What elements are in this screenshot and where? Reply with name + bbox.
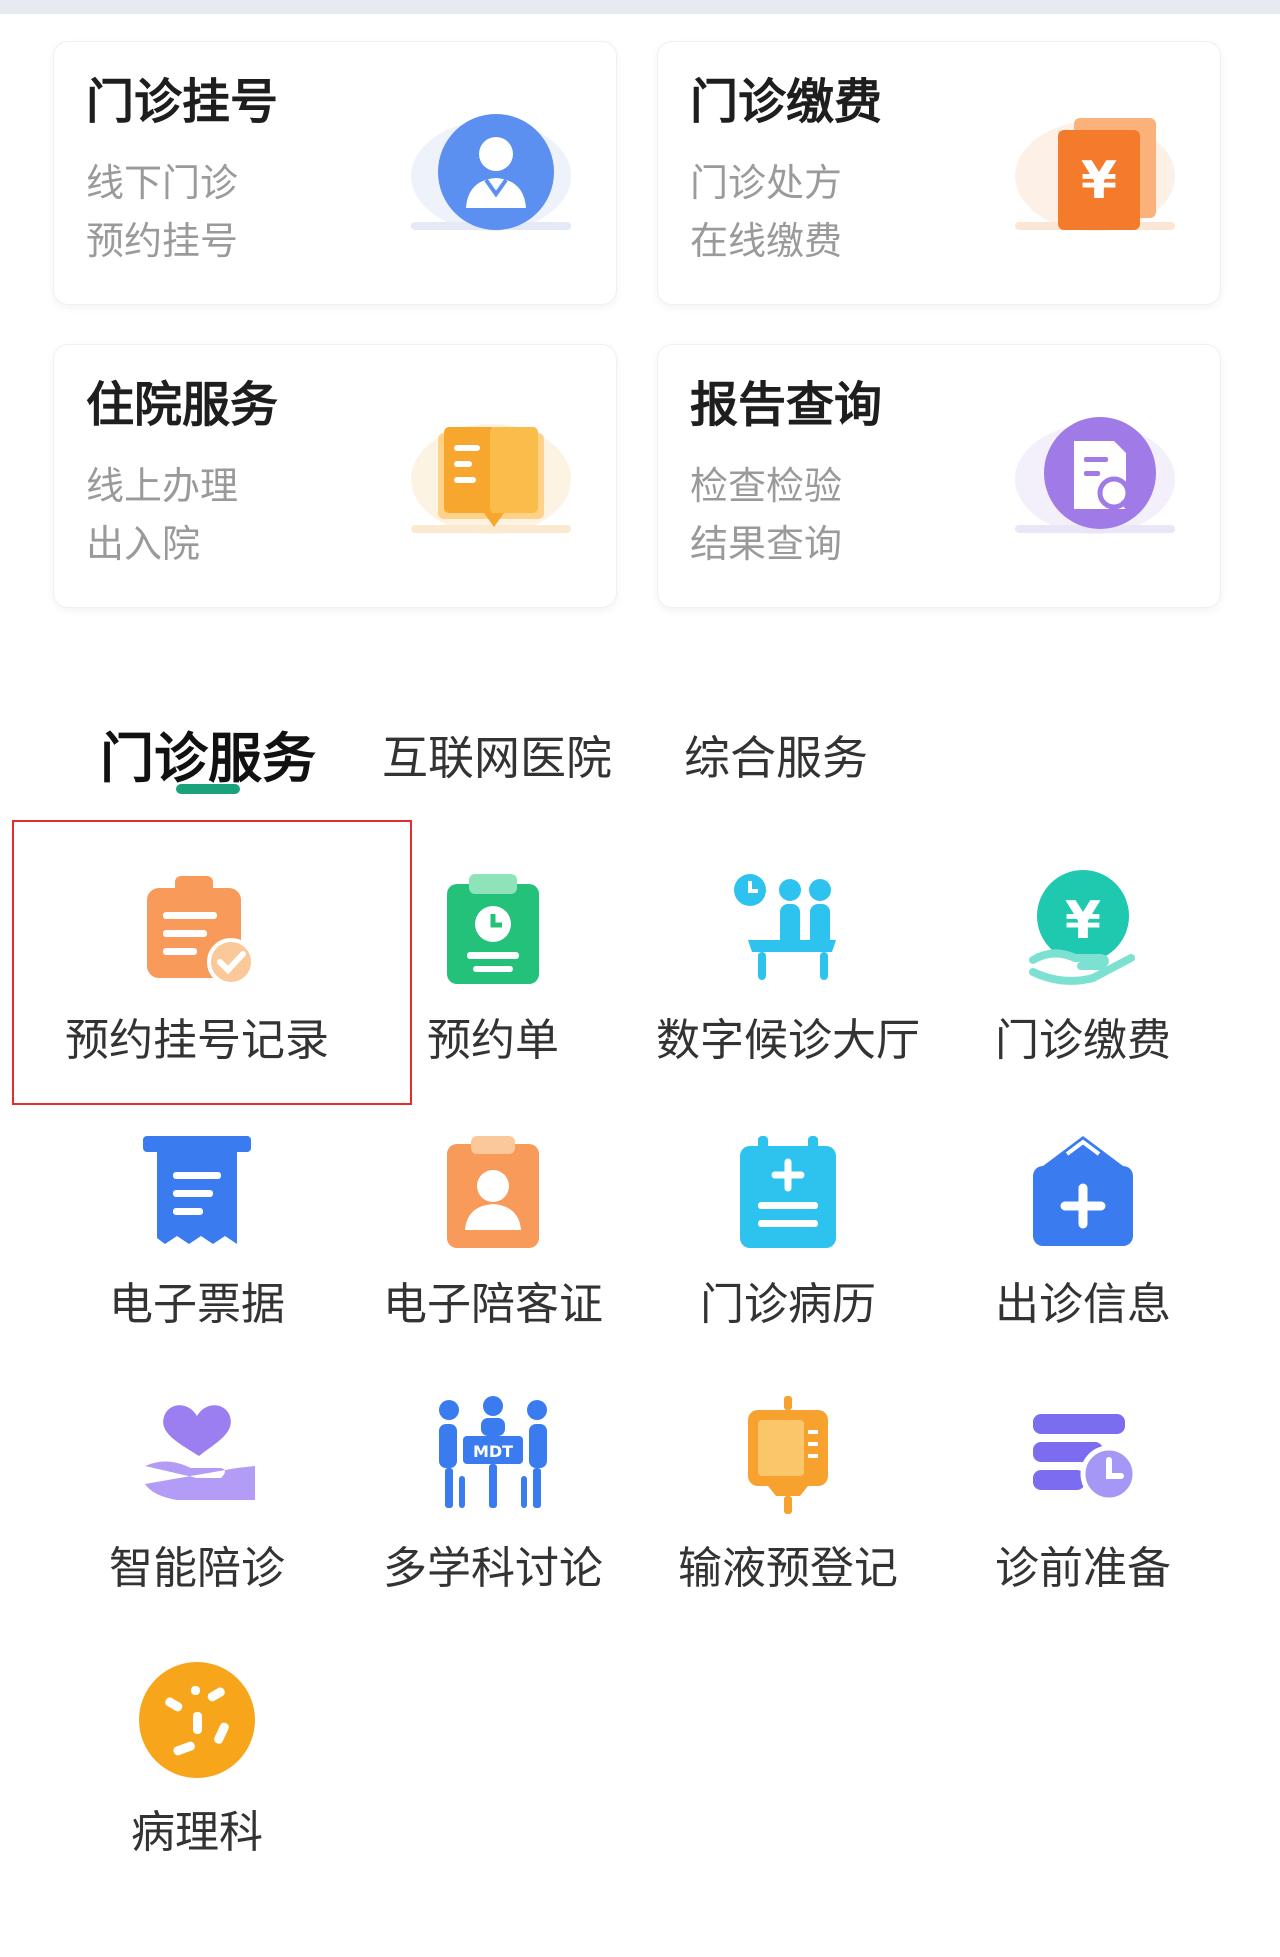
- tab-outpatient-services[interactable]: 门诊服务: [100, 714, 316, 793]
- tab-general-services[interactable]: 综合服务: [684, 722, 868, 788]
- pathology-icon: [139, 1662, 255, 1778]
- svg-text:¥: ¥: [1065, 891, 1101, 951]
- service-label: 病理科: [131, 1807, 263, 1858]
- service-outpatient-payment[interactable]: ¥ 门诊缴费: [933, 836, 1233, 1076]
- waiting-room-icon: [734, 874, 836, 980]
- service-label: 输液预登记: [678, 1543, 898, 1594]
- service-electronic-escort-pass[interactable]: 电子陪客证: [343, 1100, 643, 1340]
- card-outpatient-registration[interactable]: 门诊挂号 线下门诊 预约挂号: [54, 42, 616, 304]
- report-search-icon: [1015, 417, 1175, 534]
- service-label: 诊前准备: [995, 1543, 1171, 1594]
- card-report-query[interactable]: 报告查询 检查检验 结果查询: [658, 345, 1220, 607]
- service-label: 出诊信息: [995, 1279, 1171, 1330]
- service-label: 电子票据: [109, 1279, 285, 1330]
- highlight-box: [12, 820, 412, 1105]
- active-tab-indicator: [176, 784, 240, 794]
- service-label: 数字候诊大厅: [656, 1015, 920, 1066]
- service-outpatient-record[interactable]: 门诊病历: [638, 1100, 938, 1340]
- iv-bag-icon: [748, 1396, 828, 1514]
- service-label: 电子陪客证: [383, 1279, 603, 1330]
- service-digital-waiting-hall[interactable]: 数字候诊大厅: [638, 836, 938, 1076]
- mdt-badge: MDT: [473, 1442, 513, 1461]
- yuan-hand-icon: ¥: [1029, 870, 1135, 985]
- card-inpatient-service[interactable]: 住院服务 线上办理 出入院: [54, 345, 616, 607]
- doctor-icon: [411, 114, 571, 231]
- heart-hand-icon: [145, 1405, 255, 1500]
- service-pathology[interactable]: 病理科: [47, 1628, 347, 1868]
- book-icon: [411, 424, 571, 534]
- clock-clipboard-icon: [447, 874, 539, 984]
- receipt-icon: [143, 1136, 251, 1244]
- yuan-bill-icon: ¥: [1015, 118, 1175, 231]
- schedule-icon: [1033, 1414, 1138, 1503]
- tab-internet-hospital[interactable]: 互联网医院: [382, 722, 612, 788]
- service-label: 多学科讨论: [383, 1543, 603, 1594]
- card-outpatient-payment[interactable]: 门诊缴费 门诊处方 在线缴费 ¥: [658, 42, 1220, 304]
- clinic-house-icon: [1033, 1136, 1133, 1246]
- mdt-meeting-icon: MDT: [439, 1396, 547, 1508]
- service-pre-visit-preparation[interactable]: 诊前准备: [933, 1364, 1233, 1604]
- service-electronic-receipt[interactable]: 电子票据: [47, 1100, 347, 1340]
- top-status-strip: [0, 0, 1280, 14]
- service-smart-escort[interactable]: 智能陪诊: [47, 1364, 347, 1604]
- service-label: 智能陪诊: [109, 1543, 285, 1594]
- service-label: 门诊病历: [700, 1279, 876, 1330]
- id-badge-icon: [447, 1136, 539, 1248]
- service-infusion-preregistration[interactable]: 输液预登记: [638, 1364, 938, 1604]
- service-clinic-schedule[interactable]: 出诊信息: [933, 1100, 1233, 1340]
- service-tabs: 门诊服务 互联网医院 综合服务: [0, 700, 1280, 800]
- svg-text:¥: ¥: [1081, 151, 1117, 211]
- service-multidisciplinary-discussion[interactable]: MDT 多学科讨论: [343, 1364, 643, 1604]
- medical-record-icon: [740, 1136, 836, 1248]
- service-label: 门诊缴费: [995, 1015, 1171, 1066]
